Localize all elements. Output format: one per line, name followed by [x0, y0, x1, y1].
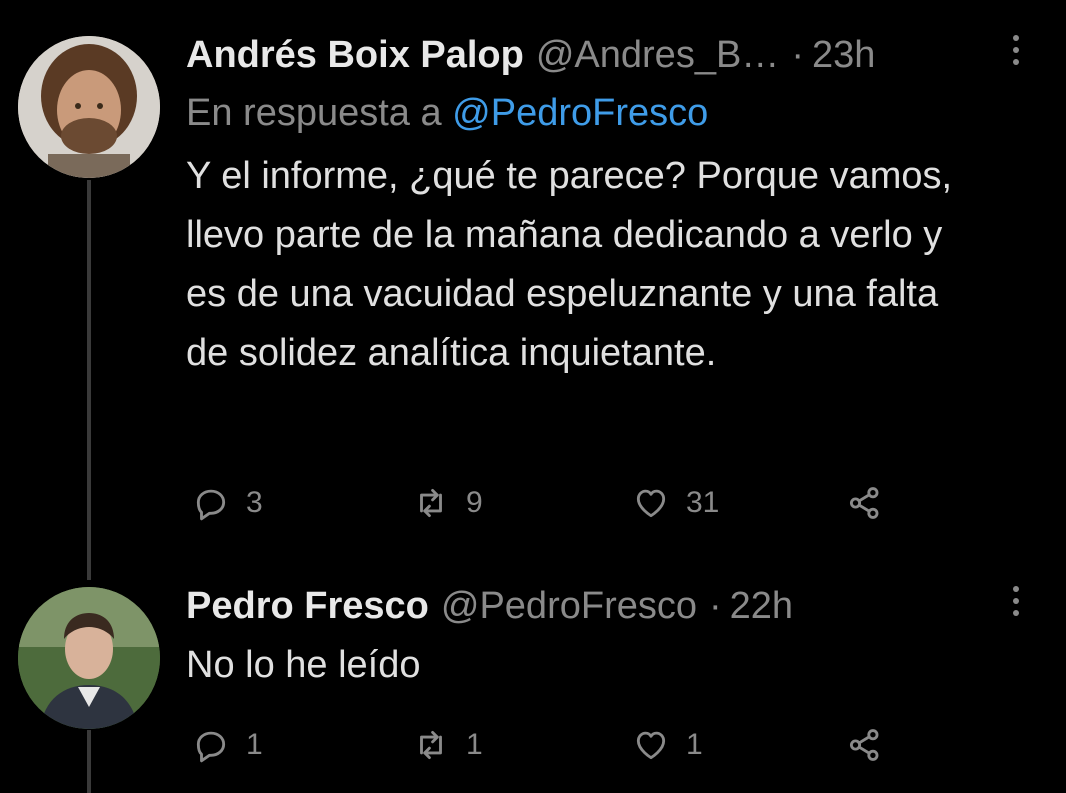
thread-line-top	[87, 180, 91, 580]
separator-dot: ·	[709, 585, 722, 627]
avatar-pedro-image	[18, 587, 160, 729]
tweet-text: No lo he leído	[186, 644, 421, 686]
tweet-actions: 3 9 31	[186, 484, 906, 524]
avatar-pedro[interactable]	[18, 587, 160, 729]
more-icon[interactable]	[1010, 586, 1022, 624]
like-button[interactable]: 1	[632, 726, 703, 764]
tweet-andres[interactable]: Andrés Boix Palop @Andres_B… · 23h En re…	[186, 33, 1026, 383]
avatar-andres[interactable]	[18, 36, 160, 178]
more-icon[interactable]	[1010, 35, 1022, 73]
author-handle[interactable]: @Andres_B…	[536, 33, 779, 77]
tweet-text: Y el informe, ¿qué te parece? Porque vam…	[186, 155, 953, 374]
retweet-button[interactable]: 9	[412, 484, 483, 522]
share-button[interactable]	[846, 484, 884, 522]
tweet-actions: 1 1 1	[186, 726, 906, 766]
like-count: 31	[686, 486, 720, 519]
timestamp[interactable]: 22h	[730, 584, 793, 628]
reply-count: 3	[246, 486, 263, 519]
share-button[interactable]	[846, 726, 884, 764]
tweet-header: Pedro Fresco @PedroFresco · 22h	[186, 584, 1026, 628]
tweet-header: Andrés Boix Palop @Andres_B… · 23h	[186, 33, 1026, 77]
timestamp[interactable]: 23h	[812, 33, 875, 77]
retweet-count: 9	[466, 486, 483, 519]
reply-context: En respuesta a @PedroFresco	[186, 91, 1026, 135]
reply-icon	[196, 489, 226, 521]
author-handle[interactable]: @PedroFresco	[441, 584, 697, 628]
author-name[interactable]: Andrés Boix Palop	[186, 33, 524, 77]
share-icon	[849, 729, 879, 761]
retweet-icon	[420, 488, 442, 518]
author-name[interactable]: Pedro Fresco	[186, 584, 429, 628]
like-button[interactable]: 31	[632, 484, 719, 522]
thread-line-bottom	[87, 730, 91, 793]
tweet-pedro[interactable]: Pedro Fresco @PedroFresco · 22h No lo he…	[186, 584, 1026, 695]
avatar-andres-image	[18, 36, 160, 178]
reply-button[interactable]: 3	[192, 484, 263, 522]
retweet-count: 1	[466, 728, 483, 761]
like-icon	[636, 489, 666, 518]
retweet-icon	[420, 730, 442, 760]
like-count: 1	[686, 728, 703, 761]
reply-icon	[196, 731, 226, 763]
reply-button[interactable]: 1	[192, 726, 263, 764]
share-icon	[849, 487, 879, 519]
reply-mention-link[interactable]: @PedroFresco	[452, 92, 708, 134]
retweet-button[interactable]: 1	[412, 726, 483, 764]
reply-count: 1	[246, 728, 263, 761]
separator-dot: ·	[791, 34, 804, 76]
reply-prefix: En respuesta a	[186, 92, 442, 134]
like-icon	[636, 731, 666, 760]
